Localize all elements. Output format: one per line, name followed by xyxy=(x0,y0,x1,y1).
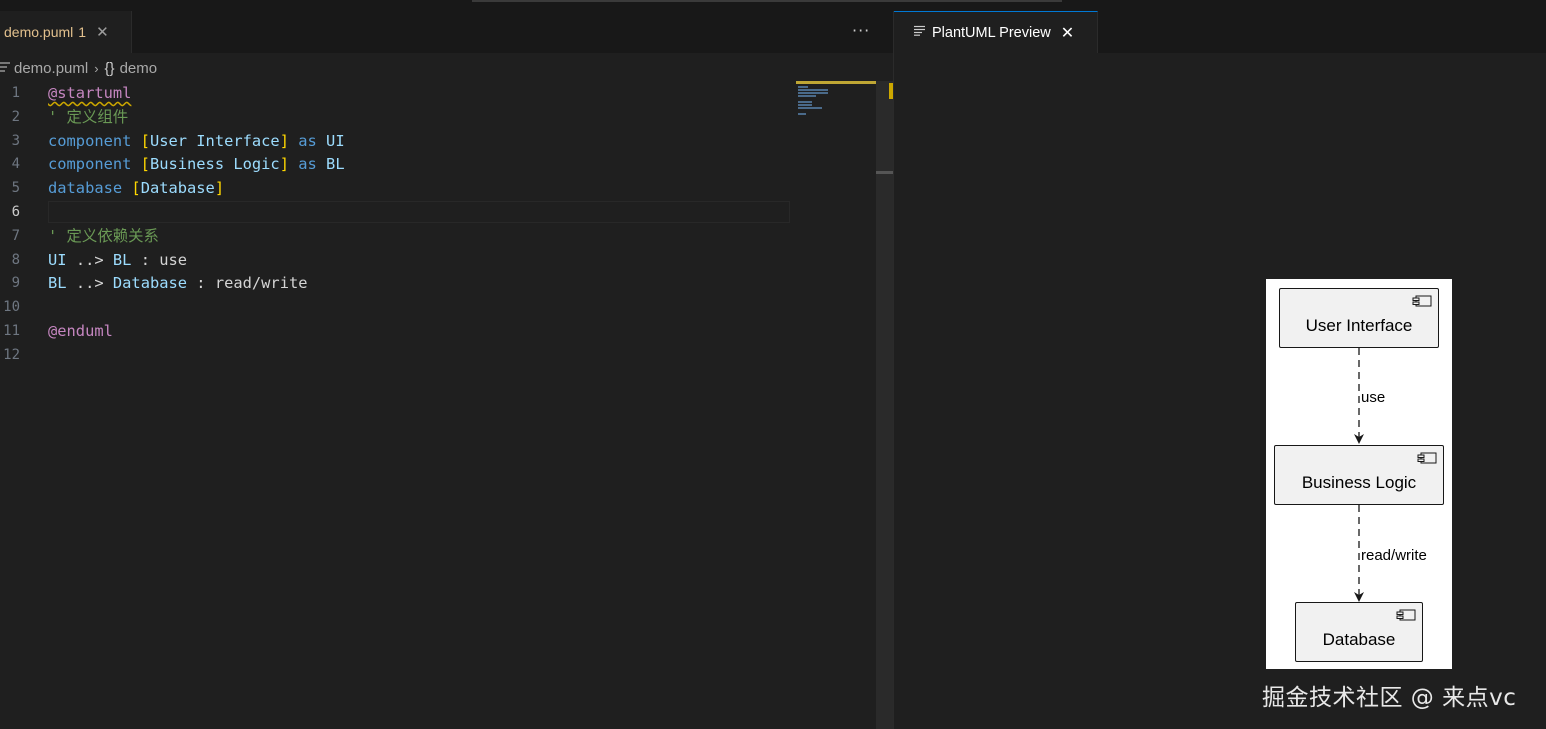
line-text: component [User Interface] as UI xyxy=(48,129,345,153)
editor-group-right: PlantUML Preview ✕ User Interface Busine… xyxy=(893,11,1546,729)
scrollbar-thumb[interactable] xyxy=(876,171,893,174)
component-icon xyxy=(1417,452,1437,464)
code-token: ' 定义组件 xyxy=(48,107,129,126)
code-token: UI xyxy=(326,131,345,150)
line-number: 10 xyxy=(3,299,20,316)
editor-group-left: demo.puml 1 ✕ ··· demo.puml › {} demo 1 @… xyxy=(0,11,893,729)
close-icon[interactable]: ✕ xyxy=(96,23,109,41)
code-line[interactable]: 2 ' 定义组件 xyxy=(0,105,790,129)
line-number: 4 xyxy=(11,156,20,173)
breadcrumb-file[interactable]: demo.puml xyxy=(14,60,88,77)
breadcrumb: demo.puml › {} demo xyxy=(0,56,157,80)
line-text: @enduml xyxy=(48,319,113,343)
tab-plantuml-preview[interactable]: PlantUML Preview ✕ xyxy=(894,11,1098,53)
code-line[interactable]: 1 @startuml xyxy=(0,81,790,105)
file-lines-icon xyxy=(0,60,10,76)
breadcrumb-symbol[interactable]: demo xyxy=(120,60,158,77)
code-token: [ xyxy=(140,131,150,150)
component-icon xyxy=(1396,609,1416,621)
watermark: 掘金技术社区 @ 来点vc xyxy=(1262,685,1517,711)
line-text: ' 定义依赖关系 xyxy=(48,224,159,248)
code-line[interactable]: 11 @enduml xyxy=(0,319,790,343)
line-text: UI ..> BL : use xyxy=(48,248,187,272)
component-label: Database xyxy=(1322,630,1396,649)
code-token: as xyxy=(288,131,327,150)
code-token: [ xyxy=(140,155,150,174)
line-number: 12 xyxy=(3,346,20,363)
code-token: ..> xyxy=(66,250,113,269)
line-text: BL ..> Database : read/write xyxy=(48,271,308,295)
component-icon xyxy=(1412,295,1432,307)
uml-diagram: User Interface Business Logic Database u… xyxy=(1266,279,1452,669)
line-text: ' 定义组件 xyxy=(48,105,128,129)
component-label: User Interface xyxy=(1305,316,1413,335)
preview-icon xyxy=(914,25,925,40)
code-token: ' 定义依赖关系 xyxy=(48,226,159,245)
code-token: : use xyxy=(131,250,188,269)
command-center[interactable] xyxy=(472,0,1062,2)
code-token: database xyxy=(48,179,132,198)
line-text: database [Database] xyxy=(48,176,224,200)
code-token: component xyxy=(48,131,141,150)
component-label: Business Logic xyxy=(1301,473,1417,492)
minimap-slider xyxy=(796,81,876,84)
line-number: 11 xyxy=(3,323,20,339)
line-number: 7 xyxy=(11,227,20,244)
line-number: 8 xyxy=(11,251,20,268)
code-token: UI xyxy=(48,250,67,269)
line-number: 3 xyxy=(11,132,20,149)
preview-tab-bar: PlantUML Preview ✕ xyxy=(894,11,1546,53)
problems-count-badge: 1 xyxy=(78,24,87,40)
line-number: 5 xyxy=(11,180,20,197)
code-line[interactable]: 9 BL ..> Database : read/write xyxy=(0,271,790,295)
code-token: Business Logic xyxy=(149,155,280,174)
code-token: ] xyxy=(214,179,225,198)
code-line[interactable]: 5 database [Database] xyxy=(0,176,790,200)
line-text: @startuml xyxy=(48,81,131,105)
tab-demo-puml[interactable]: demo.puml 1 ✕ xyxy=(0,11,132,53)
editor-tab-bar: demo.puml 1 ✕ ··· xyxy=(0,11,893,53)
component-user-interface: User Interface xyxy=(1279,288,1439,348)
code-token: User Interface xyxy=(149,131,280,150)
code-token: as xyxy=(288,155,327,174)
code-line[interactable]: 3 component [User Interface] as UI xyxy=(0,129,790,153)
more-actions-icon[interactable]: ··· xyxy=(852,21,870,40)
minimap[interactable] xyxy=(796,81,876,121)
line-number: 9 xyxy=(11,275,20,292)
component-database: Database xyxy=(1295,602,1423,662)
close-icon[interactable]: ✕ xyxy=(1061,23,1074,42)
code-token: @startuml xyxy=(48,84,132,102)
code-token: ] xyxy=(279,155,289,174)
relation-label-read-write: read/write xyxy=(1361,547,1427,564)
code-token: ] xyxy=(279,131,289,150)
relation-label-use: use xyxy=(1361,389,1386,406)
code-line[interactable]: 4 component [Business Logic] as BL xyxy=(0,152,790,176)
line-number: 1 xyxy=(11,85,20,101)
code-token: @enduml xyxy=(48,322,113,340)
code-line[interactable]: 7 ' 定义依赖关系 xyxy=(0,224,790,248)
code-line[interactable]: 12 xyxy=(0,343,790,367)
code-token: component xyxy=(48,155,141,174)
chevron-right-icon: › xyxy=(94,60,99,76)
code-token: Database xyxy=(140,179,215,198)
symbol-namespace-icon: {} xyxy=(104,59,115,77)
code-line[interactable]: 10 xyxy=(0,295,790,319)
code-token: ..> xyxy=(66,274,113,293)
code-token: BL xyxy=(326,155,345,174)
line-number: 6 xyxy=(11,204,20,220)
code-token: [ xyxy=(131,179,141,198)
code-token: Database xyxy=(112,274,188,293)
code-line[interactable]: 6 xyxy=(0,200,790,224)
code-token: BL xyxy=(112,250,132,269)
code-line[interactable]: 8 UI ..> BL : use xyxy=(0,248,790,272)
code-token: : read/write xyxy=(187,274,308,293)
preview-tab-title: PlantUML Preview xyxy=(932,24,1051,41)
code-token: BL xyxy=(48,274,67,293)
vertical-scrollbar[interactable] xyxy=(876,81,893,729)
line-text: component [Business Logic] as BL xyxy=(48,152,345,176)
tab-filename: demo.puml xyxy=(4,24,74,40)
component-business-logic: Business Logic xyxy=(1274,445,1444,505)
line-number: 2 xyxy=(11,108,20,125)
